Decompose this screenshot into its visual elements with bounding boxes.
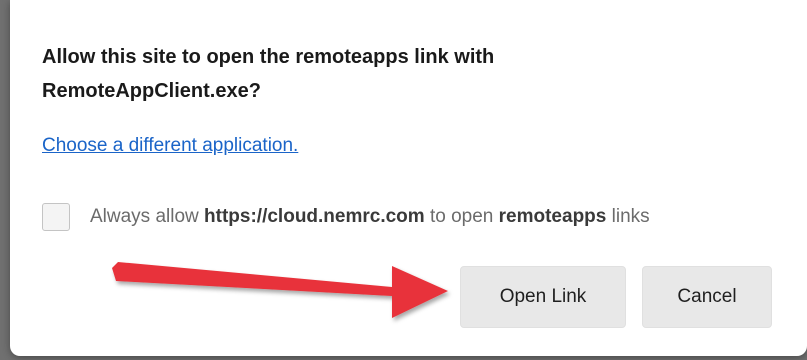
always-allow-prefix: Always allow — [90, 206, 205, 227]
open-link-button[interactable]: Open Link — [460, 266, 626, 328]
dialog-title: Allow this site to open the remoteapps l… — [42, 40, 682, 108]
open-link-dialog: Allow this site to open the remoteapps l… — [10, 0, 807, 356]
always-allow-site: https://cloud.nemrc.com — [204, 206, 425, 227]
dialog-title-line1: Allow this site to open the remoteapps l… — [42, 46, 495, 68]
always-allow-label[interactable]: Always allow https://cloud.nemrc.com to … — [90, 206, 650, 228]
always-allow-protocol: remoteapps — [498, 206, 607, 227]
cancel-button[interactable]: Cancel — [642, 266, 772, 328]
always-allow-checkbox[interactable] — [42, 203, 70, 231]
always-allow-middle: to open — [424, 206, 499, 227]
dialog-title-line2: RemoteAppClient.exe? — [42, 80, 261, 102]
always-allow-suffix: links — [606, 206, 650, 227]
choose-application-link[interactable]: Choose a different application. — [42, 135, 298, 157]
always-allow-row: Always allow https://cloud.nemrc.com to … — [42, 200, 650, 234]
